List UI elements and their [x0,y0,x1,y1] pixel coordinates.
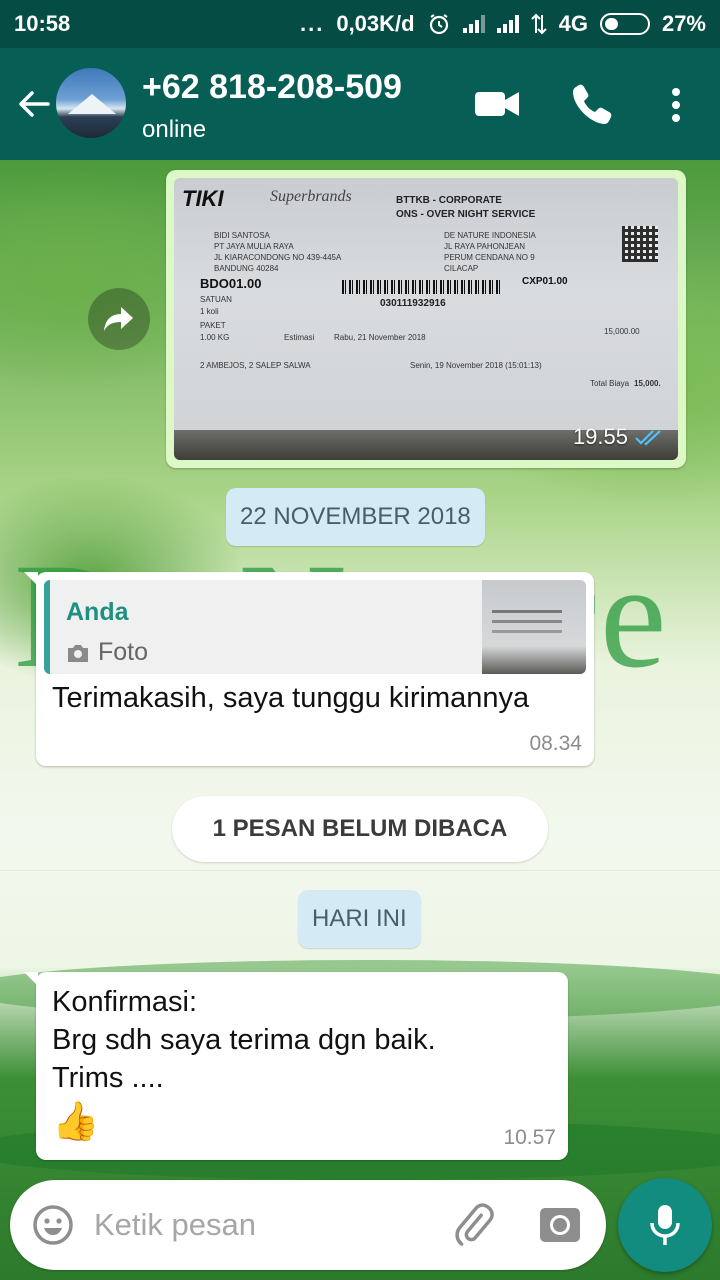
message-input[interactable] [94,1200,434,1250]
attach-icon[interactable] [450,1202,496,1248]
message-time: 10.57 [503,1126,556,1149]
quoted-photo-thumbnail [482,580,586,674]
receipt-receiver-address: JL RAYA PAHONJEAN [444,242,526,251]
quote-bar [44,580,50,674]
message-line: Trims .... [52,1062,164,1094]
receipt-dest-code: CXP01.00 [522,276,568,287]
unread-messages-indicator: 1 PESAN BELUM DIBACA [172,796,548,862]
phone-call-icon[interactable] [570,82,614,126]
receipt-origin-code: BDO01.00 [200,276,262,291]
message-composer [10,1180,606,1270]
battery-icon [599,13,650,35]
chat-header: +62 818-208-509 online [0,48,720,160]
status-bar: 10:58 ... 0,03K/d 4G 27% [0,0,720,48]
receipt-items: 2 AMBEJOS, 2 SALEP SALWA [200,361,311,370]
receipt-weight: 1.00 KG [200,333,230,342]
mic-button[interactable] [618,1178,712,1272]
receipt-receiver-city: CILACAP [444,264,479,273]
receipt-koli: 1 koli [200,307,219,316]
contact-name[interactable]: +62 818-208-509 [142,68,402,107]
signal-2-icon [496,15,519,33]
signal-icon [462,15,485,33]
unread-divider [0,870,720,871]
receipt-estimasi-label: Estimasi [284,333,315,342]
quoted-message[interactable]: Anda Foto [44,580,586,674]
forward-button[interactable] [88,288,150,350]
net-speed: 0,03K/d [336,11,415,36]
receipt-office: BTTKB - CORPORATE ONS - OVER NIGHT SERVI… [396,194,535,222]
camera-icon[interactable] [538,1204,582,1246]
receipt-logo: TIKI [182,186,224,211]
battery-percent: 27% [661,11,706,36]
receipt-sent-date: Senin, 19 November 2018 (15:01:13) [410,361,542,370]
receipt-receiver-area: PERUM CENDANA NO 9 [444,253,535,262]
receipt-paket: PAKET [200,321,226,330]
receipt-barcode [342,280,502,294]
alarm-icon [429,14,448,35]
incoming-reply-message[interactable]: Anda Foto Terimakasih, saya tunggu kirim… [24,572,594,766]
image-time: 19.55 [572,424,628,449]
receipt-office-name: BTTKB - CORPORATE [396,195,502,206]
forward-icon [104,307,133,331]
receipt-sender-address: JL KIARACONDONG NO 439-445A [214,253,342,262]
data-arrows-icon [530,13,547,35]
receipt-awb-number: 030111932916 [380,298,446,309]
message-time: 08.34 [529,732,582,755]
outgoing-image-message[interactable]: TIKI Superbrands BTTKB - CORPORATE ONS -… [166,170,686,468]
receipt-estimasi: Rabu, 21 November 2018 [334,333,426,342]
more-vert-icon[interactable] [662,86,690,124]
receipt-sender-city: BANDUNG 40284 [214,264,279,273]
receipt-service: ONS - OVER NIGHT SERVICE [396,209,536,220]
contact-status: online [142,116,207,143]
notification-dots: ... [299,11,325,36]
date-chip: 22 NOVEMBER 2018 [226,488,485,546]
status-right: ... 0,03K/d 4G 27% [300,11,706,37]
mic-icon [650,1205,680,1245]
thumbs-up-emoji: 👍 [52,1101,100,1143]
receipt-sender: BIDI SANTOSA [214,231,270,240]
receipt-total-label: Total Biaya [590,379,630,388]
message-text: Terimakasih, saya tunggu kirimannya [52,682,530,714]
status-time: 10:58 [14,11,71,36]
emoji-icon[interactable] [32,1204,74,1246]
message-line: Brg sdh saya terima dgn baik. [52,1024,436,1056]
incoming-message[interactable]: Konfirmasi: Brg sdh saya terima dgn baik… [24,972,568,1160]
receipt-receiver: DE NATURE INDONESIA [444,231,536,240]
quoted-author: Anda [66,598,129,626]
shipping-receipt-photo[interactable]: TIKI Superbrands BTTKB - CORPORATE ONS -… [174,178,678,460]
image-timestamp: 19.55 [573,424,664,450]
quoted-type-label: Foto [98,638,149,666]
network-type: 4G [558,11,588,36]
receipt-satuan: SATUAN [200,295,232,304]
video-call-icon[interactable] [474,88,520,120]
quoted-type: Foto [66,638,148,667]
receipt-superbrands: Superbrands [270,188,352,205]
receipt-total: 15,000. [634,379,661,388]
back-arrow-icon[interactable] [14,84,54,124]
camera-icon [68,644,88,662]
receipt-qr-code [622,226,658,262]
message-line: Konfirmasi: [52,986,198,1018]
read-ticks-icon [635,430,661,446]
contact-avatar[interactable] [56,68,126,138]
receipt-sender-company: PT JAYA MULIA RAYA [214,242,294,251]
receipt-biaya-kirim: 15,000.00 [604,327,640,336]
date-chip: HARI INI [298,890,421,948]
